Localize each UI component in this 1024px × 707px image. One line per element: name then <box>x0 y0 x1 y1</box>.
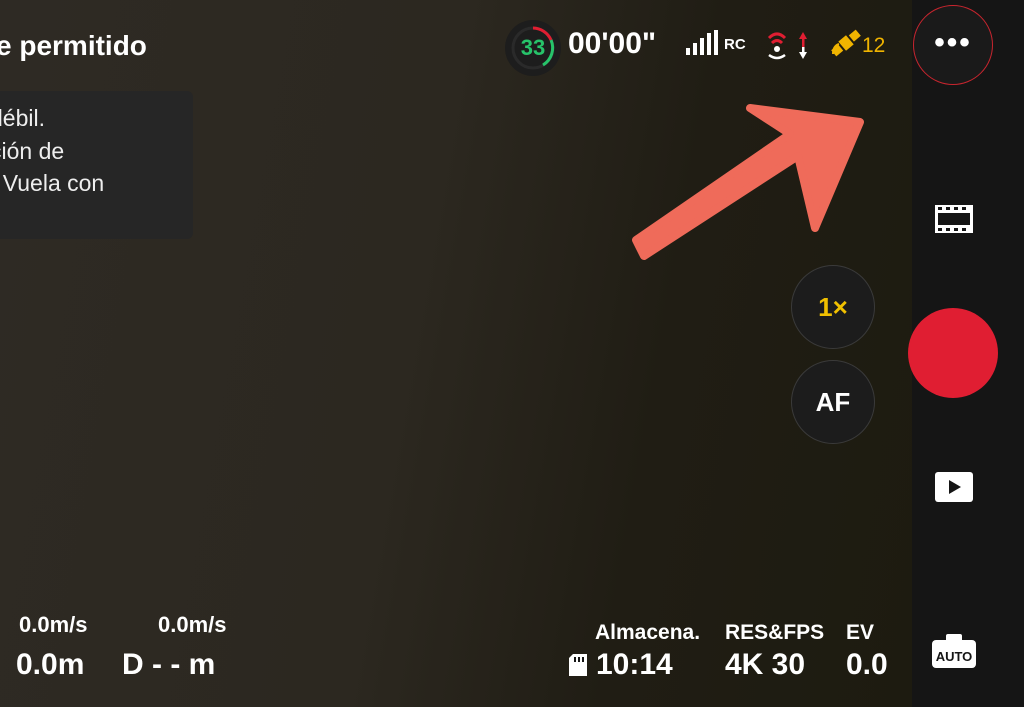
more-settings-button[interactable]: ••• <box>913 5 993 85</box>
sd-card-icon <box>569 654 587 676</box>
storage-remaining: 10:14 <box>596 648 673 681</box>
video-link-icon[interactable] <box>765 28 815 60</box>
flight-timer: 00'00" <box>568 27 657 60</box>
zoom-button[interactable]: 1× <box>791 265 875 349</box>
height-value-text: 0.0m <box>16 648 85 681</box>
distance-value: - - m <box>152 648 216 681</box>
auto-label: AUTO <box>936 649 973 664</box>
distance-label: D <box>122 648 144 681</box>
height-value: 0.0m <box>0 648 84 682</box>
playback-icon[interactable] <box>935 472 973 502</box>
video-mode-icon[interactable] <box>935 205 973 233</box>
record-button[interactable] <box>908 308 998 398</box>
horizontal-speed: 0.0m/s <box>19 612 88 637</box>
distance-readout: D - - m <box>122 648 215 682</box>
warning-line-1: débil. <box>0 105 45 131</box>
warning-message-box: débil. ción de . Vuela con <box>0 91 193 239</box>
annotation-arrow-icon <box>632 104 864 260</box>
banner-title: e permitido <box>0 30 147 61</box>
resolution-label: RES&FPS <box>725 621 825 644</box>
satellite-count: 12 <box>862 34 886 57</box>
camera-auto-mode-icon[interactable]: AUTO <box>932 634 976 668</box>
battery-percent: 33 <box>520 35 546 60</box>
resolution-value[interactable]: 4K 30 <box>725 648 805 682</box>
storage-label: Almacena. <box>595 621 701 644</box>
more-dots-icon: ••• <box>934 26 972 59</box>
rc-label: RC <box>724 36 746 53</box>
rc-signal-icon <box>686 30 718 55</box>
ev-label: EV <box>846 621 875 644</box>
battery-indicator[interactable]: 33 <box>505 20 561 76</box>
vertical-speed: 0.0m/s <box>158 612 227 637</box>
warning-line-3: . Vuela con <box>0 170 105 196</box>
ev-value[interactable]: 0.0 <box>846 648 888 682</box>
autofocus-button[interactable]: AF <box>791 360 875 444</box>
warning-line-2: ción de <box>0 138 65 164</box>
satellite-icon[interactable] <box>830 28 862 58</box>
